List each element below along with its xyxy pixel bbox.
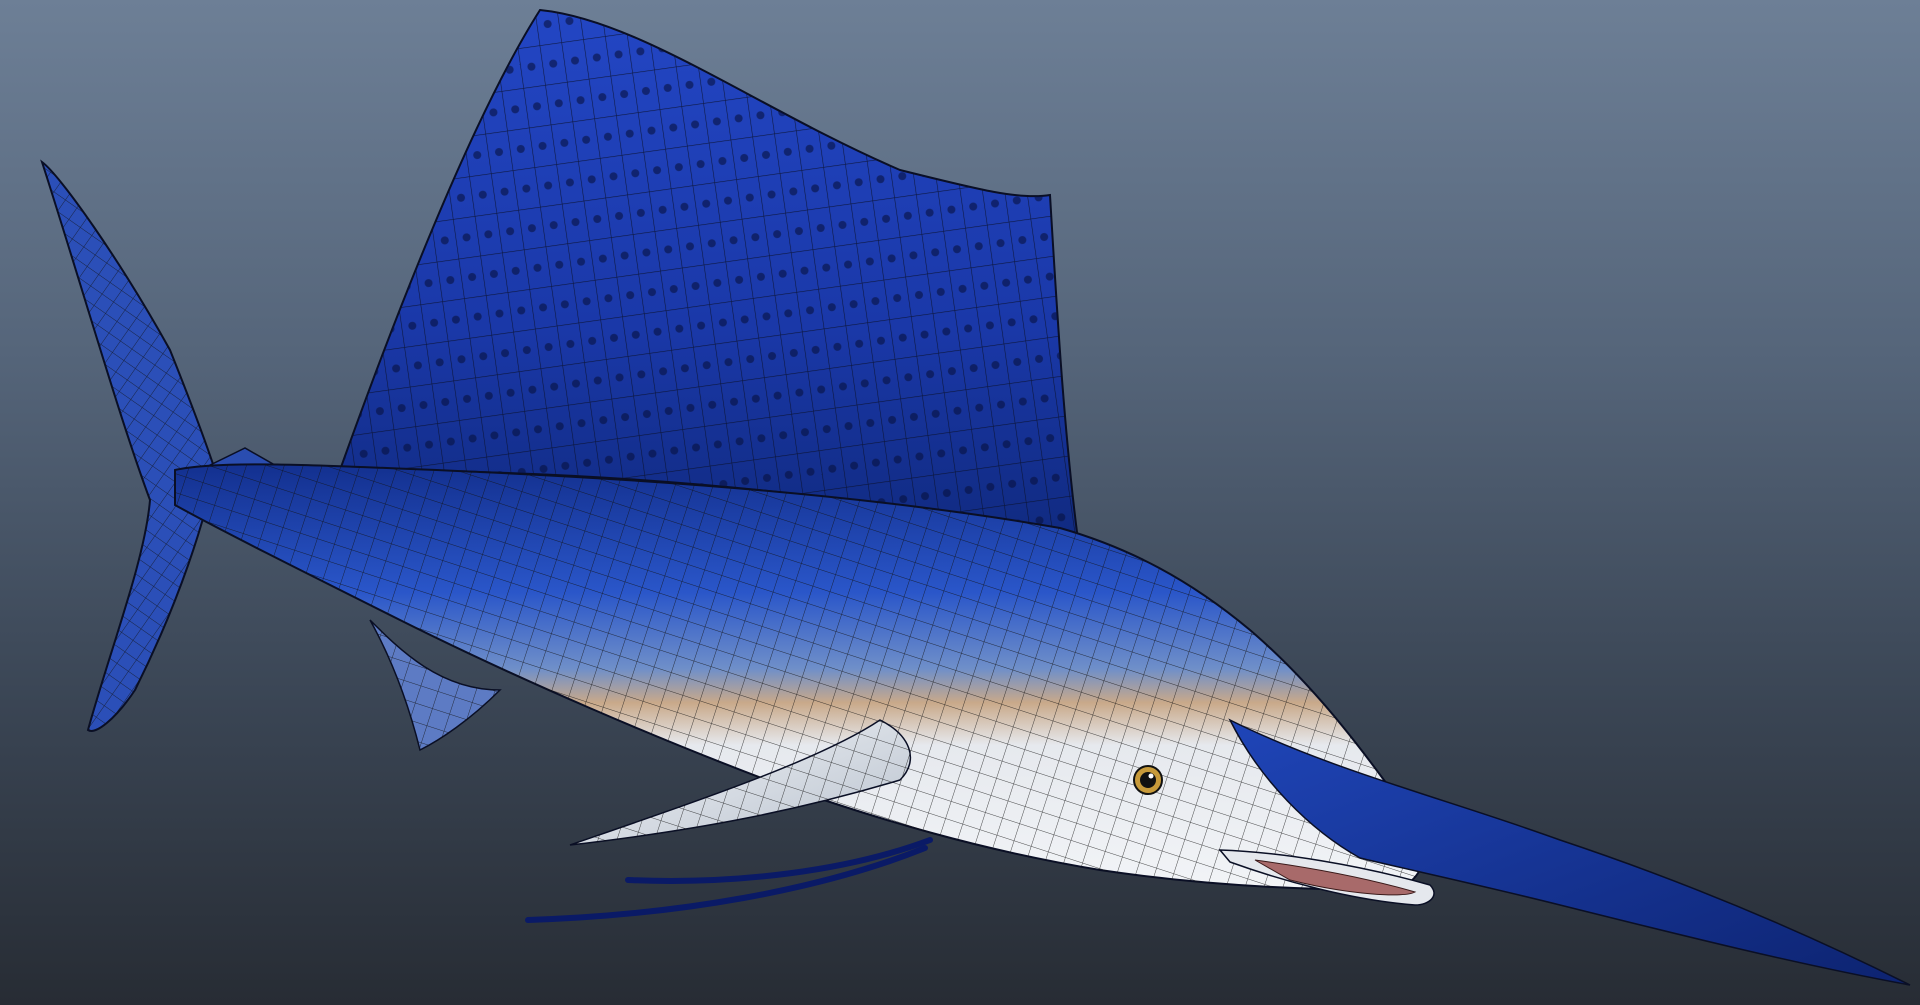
pelvic-fins[interactable] bbox=[525, 837, 933, 923]
3d-viewport[interactable] bbox=[0, 0, 1920, 1005]
eye[interactable] bbox=[1133, 765, 1163, 795]
dorsal-sail-fin[interactable] bbox=[338, 8, 1080, 542]
sailfish-model-render[interactable] bbox=[0, 0, 1920, 1005]
fish-body[interactable] bbox=[174, 463, 1425, 892]
tail-fin[interactable] bbox=[40, 159, 217, 732]
